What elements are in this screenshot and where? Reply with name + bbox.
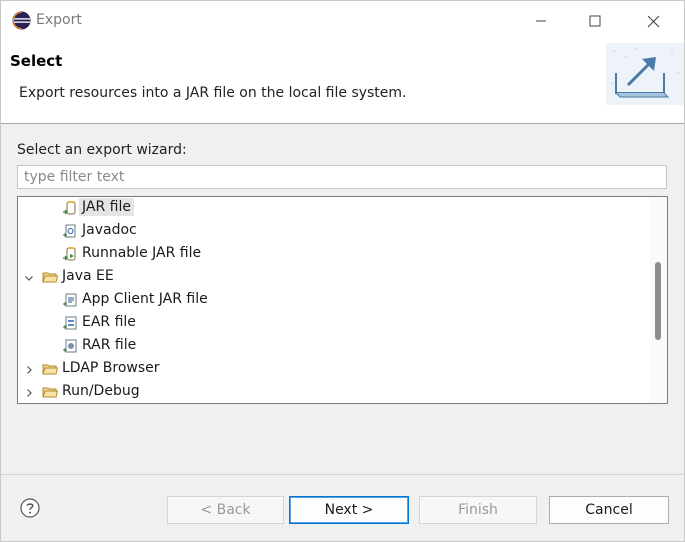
folder-icon: [42, 364, 58, 375]
tree-item-jar-file[interactable]: JAR file: [18, 197, 648, 220]
eclipse-logo-icon: [12, 11, 31, 30]
cancel-button[interactable]: Cancel: [549, 496, 669, 524]
tree-folder-run-debug[interactable]: Run/Debug: [18, 381, 648, 403]
jar-file-icon: [63, 201, 76, 215]
minimize-icon: [536, 20, 546, 22]
tree-item-label: Runnable JAR file: [82, 245, 202, 261]
tree-folder-ldap-browser[interactable]: LDAP Browser: [18, 358, 648, 381]
wizard-tree[interactable]: JAR file Javadoc Runnable JAR file Java …: [17, 196, 668, 404]
tree-scrollbar-thumb[interactable]: [655, 262, 661, 340]
tree-folder-java-ee[interactable]: Java EE: [18, 266, 648, 289]
export-dialog: Export Select Export resources into a JA…: [0, 0, 685, 542]
folder-icon: [42, 272, 58, 283]
tree-item-label: Javadoc: [82, 222, 137, 238]
app-client-jar-icon: [63, 293, 77, 307]
javadoc-icon: [63, 224, 76, 238]
close-button[interactable]: [633, 7, 673, 35]
next-button[interactable]: Next >: [289, 496, 409, 524]
tree-folder-label: Java EE: [62, 268, 114, 284]
footer-divider: [1, 474, 684, 475]
maximize-icon: [589, 15, 601, 27]
page-title: Select: [10, 52, 63, 70]
tree-item-runnable-jar-file[interactable]: Runnable JAR file: [18, 243, 648, 266]
tree-folder-label: LDAP Browser: [62, 360, 160, 376]
chevron-right-icon[interactable]: [23, 364, 35, 376]
tree-item-label: EAR file: [82, 314, 136, 330]
runnable-jar-icon: [63, 247, 76, 261]
tree-item-label: App Client JAR file: [82, 291, 208, 307]
back-button[interactable]: < Back: [167, 496, 284, 524]
rar-file-icon: [63, 339, 77, 353]
page-description: Export resources into a JAR file on the …: [19, 85, 407, 101]
filter-input[interactable]: [17, 165, 667, 189]
close-icon: [647, 15, 659, 27]
wizard-header: Select Export resources into a JAR file …: [1, 41, 684, 124]
minimize-button[interactable]: [521, 7, 561, 35]
tree-item-app-client-jar-file[interactable]: App Client JAR file: [18, 289, 648, 312]
tree-folder-label: Run/Debug: [62, 383, 140, 399]
wizard-list-label-text: Select an export wizard:: [17, 142, 187, 158]
maximize-button[interactable]: [575, 7, 615, 35]
folder-icon: [42, 387, 58, 398]
export-wizard-banner-icon: [606, 43, 684, 105]
help-icon[interactable]: [20, 498, 40, 518]
finish-button[interactable]: Finish: [419, 496, 537, 524]
wizard-list-label: Select an export wizard:: [17, 142, 187, 158]
window-title: Export: [36, 12, 82, 28]
tree-item-javadoc[interactable]: Javadoc: [18, 220, 648, 243]
tree-item-label: JAR file: [79, 198, 134, 216]
tree-item-rar-file[interactable]: RAR file: [18, 335, 648, 358]
ear-file-icon: [63, 316, 77, 330]
tree-item-label: RAR file: [82, 337, 137, 353]
title-bar: Export: [1, 1, 684, 41]
chevron-down-icon[interactable]: [23, 272, 35, 284]
tree-item-ear-file[interactable]: EAR file: [18, 312, 648, 335]
chevron-right-icon[interactable]: [23, 387, 35, 399]
